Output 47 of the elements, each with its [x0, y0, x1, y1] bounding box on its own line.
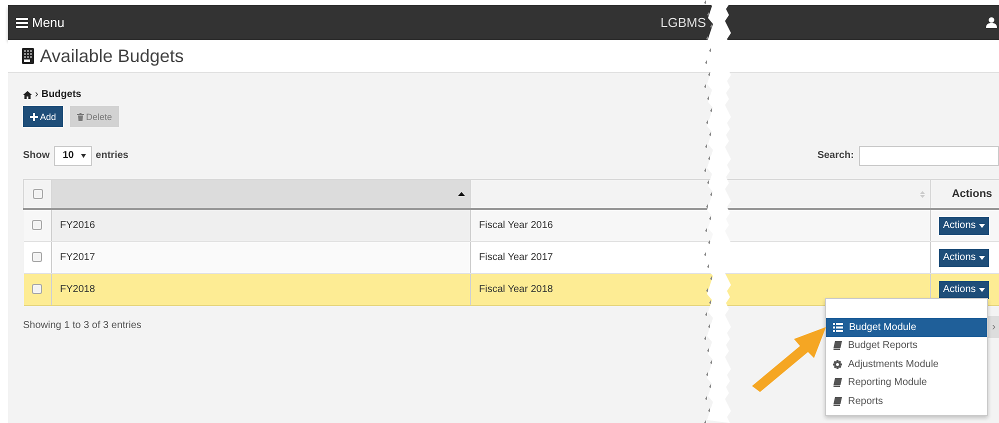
sort-ascending-icon[interactable] — [458, 192, 465, 196]
breadcrumb-separator: › — [35, 89, 38, 100]
caret-icon — [80, 154, 86, 158]
menu-button[interactable]: Menu — [16, 15, 65, 30]
caret-icon — [978, 288, 985, 292]
column-header: Actions — [930, 180, 999, 209]
list-icon — [833, 322, 843, 332]
home-icon[interactable] — [23, 90, 32, 98]
table-cell: FY2016 — [52, 209, 470, 242]
breadcrumb-current: Budgets — [41, 89, 82, 100]
add-button[interactable]: Add — [23, 106, 64, 127]
menu-icon — [16, 18, 28, 28]
book-icon — [833, 341, 842, 350]
table-cell: Fiscal Year 2017 — [470, 242, 930, 274]
caret-icon — [978, 224, 985, 228]
trash-icon — [77, 112, 84, 120]
menu-item[interactable]: Budget Module — [826, 318, 987, 336]
menu-item[interactable]: Adjustments Module — [826, 355, 987, 374]
calculator-icon — [22, 48, 34, 64]
caret-icon — [978, 256, 985, 260]
sort-icon[interactable] — [920, 190, 925, 198]
row-checkbox[interactable] — [32, 284, 42, 294]
menu-item[interactable]: Reporting Module — [826, 374, 987, 392]
search-field[interactable] — [859, 146, 999, 166]
menu-item[interactable]: Reports — [826, 392, 987, 410]
table-cell: Fiscal Year 2016 — [470, 209, 930, 242]
book-icon — [833, 378, 842, 388]
table-cell: FY2017 — [52, 242, 470, 274]
search-label: Search: — [817, 150, 854, 161]
table-info: Showing 1 to 3 of 3 entries — [23, 320, 142, 330]
entries-label: entries — [96, 150, 128, 161]
book-icon — [833, 396, 842, 406]
actions-button[interactable]: Actions — [939, 280, 989, 298]
row-checkbox[interactable] — [32, 220, 42, 230]
plus-icon — [30, 112, 38, 120]
actions-button[interactable]: Actions — [939, 248, 989, 266]
actions-button[interactable]: Actions — [939, 216, 989, 234]
select-all-checkbox[interactable] — [32, 189, 42, 200]
show-label: Show — [23, 150, 50, 161]
menu-item[interactable]: Budget Reports — [826, 336, 987, 355]
page-title: Available Budgets — [40, 46, 184, 66]
entries-select[interactable]: 10 — [54, 146, 92, 166]
app-brand[interactable]: LGBMS — [660, 15, 706, 30]
row-checkbox[interactable] — [32, 252, 42, 262]
table-cell: FY2018 — [52, 274, 470, 306]
user-icon[interactable] — [986, 17, 997, 28]
gear-icon — [833, 360, 842, 369]
